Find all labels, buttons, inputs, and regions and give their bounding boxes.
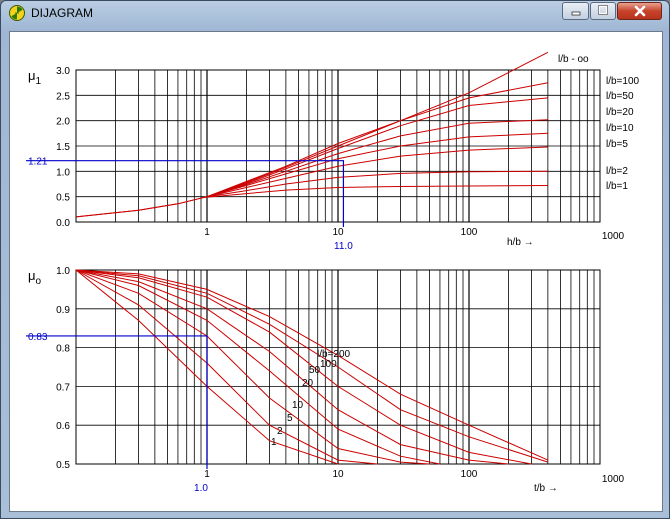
mu0-y-tick-label: 0.8 [56, 344, 70, 355]
mu1-curve-label: l/b=10 [606, 123, 634, 134]
mu1-y-tick-label: 1.5 [56, 142, 70, 153]
mu0-curve-label: 5 [287, 413, 293, 424]
mu0-y-tick-label: 0.6 [56, 421, 70, 432]
mu0-y-tick-label: 0.9 [56, 305, 70, 316]
mu1-y-tick-label: 2.5 [56, 91, 70, 102]
chart-canvas: 0.0 0.5 1.0 1.5 2.0 2.5 3.0 1 10 100 1000 μ1 h/b → l/… [9, 31, 663, 512]
mu0-curve-label: 1 [271, 437, 277, 448]
mu1-curve-label: l/b=100 [606, 76, 640, 87]
mu0-x-axis-label: t/b → [534, 483, 558, 494]
mu1-curve-label: l/b=2 [606, 166, 628, 177]
mu1-readout-x-value: 11.0 [334, 241, 353, 252]
mu1-curve-label: l/b=20 [606, 107, 634, 118]
close-icon [634, 5, 645, 17]
mu0-x-tick-label: 1000 [602, 474, 625, 485]
mu0-y-axis-label: μo [28, 268, 42, 287]
mu0-curve-label: 2 [277, 426, 283, 437]
mu1-y-axis-label: μ1 [28, 68, 42, 87]
diagram-svg: 0.0 0.5 1.0 1.5 2.0 2.5 3.0 1 10 100 1000 μ1 h/b → l/… [26, 51, 640, 494]
mu1-y-tick-label: 0.0 [56, 218, 70, 229]
mu0-curve-label: 10 [292, 400, 304, 411]
mu0-readout-y-value: 0.83 [28, 332, 48, 343]
app-window: DIJAGRAM 0.0 0.5 1.0 1.5 2.0 2.5 3.0 1 10 100 1000… [0, 0, 670, 519]
close-button[interactable] [617, 2, 662, 20]
mu0-curve-label: 20 [302, 378, 314, 389]
mu1-x-tick-label: 1 [204, 227, 210, 238]
mu0-y-tick-label: 1.0 [56, 266, 70, 277]
maximize-button[interactable] [590, 2, 616, 20]
mu1-x-tick-label: 10 [332, 227, 344, 238]
window-title: DIJAGRAM [31, 6, 94, 20]
mu1-x-tick-label: 1000 [602, 231, 625, 242]
mu0-y-tick-label: 0.7 [56, 382, 70, 393]
mu1-curve-label: l/b=1 [606, 181, 628, 192]
mu1-y-tick-label: 0.5 [56, 193, 70, 204]
mu1-readout-y-value: 1.21 [28, 157, 48, 168]
mu0-readout-x-value: 1.0 [194, 483, 208, 494]
mu1-y-tick-label: 2.0 [56, 117, 70, 128]
mu1-y-tick-label: 1.0 [56, 167, 70, 178]
minimize-button[interactable] [562, 2, 589, 20]
mu0-curve-label: 100 [320, 359, 337, 370]
mu1-y-tick-label: 3.0 [56, 66, 70, 77]
mu1-x-tick-label: 100 [461, 227, 478, 238]
mu1-curve-label: l/b=5 [606, 139, 628, 150]
mu1-x-axis-label: h/b → [507, 237, 534, 248]
mu1-curve-label: l/b - oo [558, 54, 589, 65]
maximize-icon [598, 5, 608, 15]
mu0-y-tick-label: 0.5 [56, 460, 70, 471]
mu0-curve-label: 50 [309, 365, 321, 376]
mu0-x-tick-label: 10 [332, 469, 344, 480]
minimize-icon [571, 11, 580, 16]
title-bar[interactable]: DIJAGRAM [1, 1, 669, 25]
mu0-x-tick-label: 100 [461, 469, 478, 480]
mu0-x-tick-label: 1 [204, 469, 210, 480]
radiation-icon [9, 5, 25, 21]
mu1-curve-label: l/b=50 [606, 91, 634, 102]
